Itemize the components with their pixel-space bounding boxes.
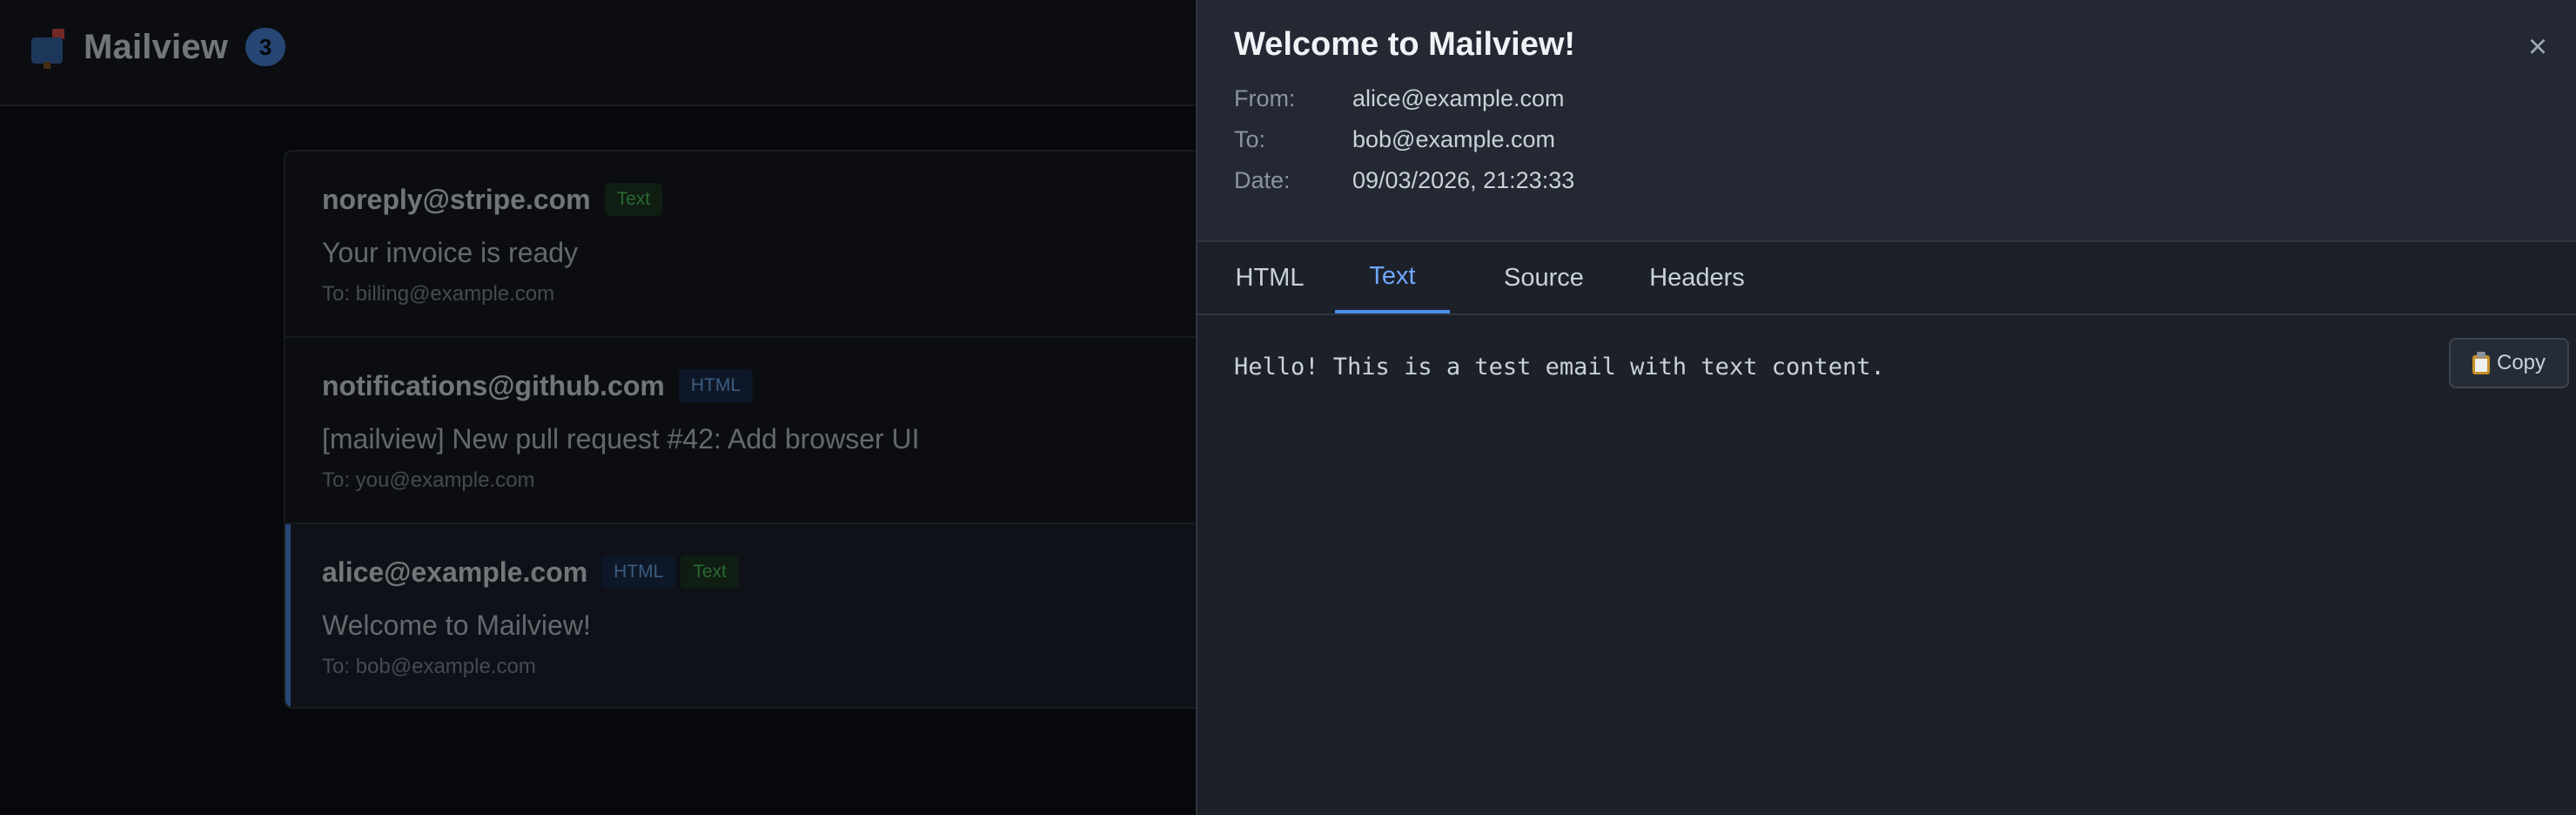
meta-date-value: 09/03/2026, 21:23:33 xyxy=(1352,167,1575,193)
meta-from-label: From: xyxy=(1234,85,1296,111)
detail-header: Welcome to Mailview! × From: alice@examp… xyxy=(1197,0,2576,242)
meta-to-value: bob@example.com xyxy=(1352,126,1556,152)
tab-headers[interactable]: Headers xyxy=(1627,242,1767,313)
detail-tabs: HTML Text Source Headers xyxy=(1197,242,2576,315)
detail-title: Welcome to Mailview! xyxy=(1234,26,1576,63)
meta-from: From: alice@example.com xyxy=(1234,84,1565,113)
message-body: Hello! This is a test email with text co… xyxy=(1234,354,1885,381)
copy-button-label: Copy xyxy=(2496,351,2546,374)
tab-html[interactable]: HTML xyxy=(1234,242,1305,313)
meta-to-label: To: xyxy=(1234,126,1266,152)
clipboard-icon xyxy=(2472,352,2490,374)
meta-date-label: Date: xyxy=(1234,167,1291,193)
meta-from-value: alice@example.com xyxy=(1352,85,1565,111)
meta-date: Date: 09/03/2026, 21:23:33 xyxy=(1234,165,1574,195)
close-icon[interactable]: × xyxy=(2519,28,2557,66)
tab-text[interactable]: Text xyxy=(1335,242,1450,313)
message-detail-panel: Welcome to Mailview! × From: alice@examp… xyxy=(1196,0,2576,815)
app-root: Mailview 3 noreply@stripe.com Text Your … xyxy=(0,0,2576,815)
tab-source[interactable]: Source xyxy=(1483,242,1605,313)
meta-to: To: bob@example.com xyxy=(1234,125,1555,154)
copy-button[interactable]: Copy xyxy=(2449,338,2569,388)
